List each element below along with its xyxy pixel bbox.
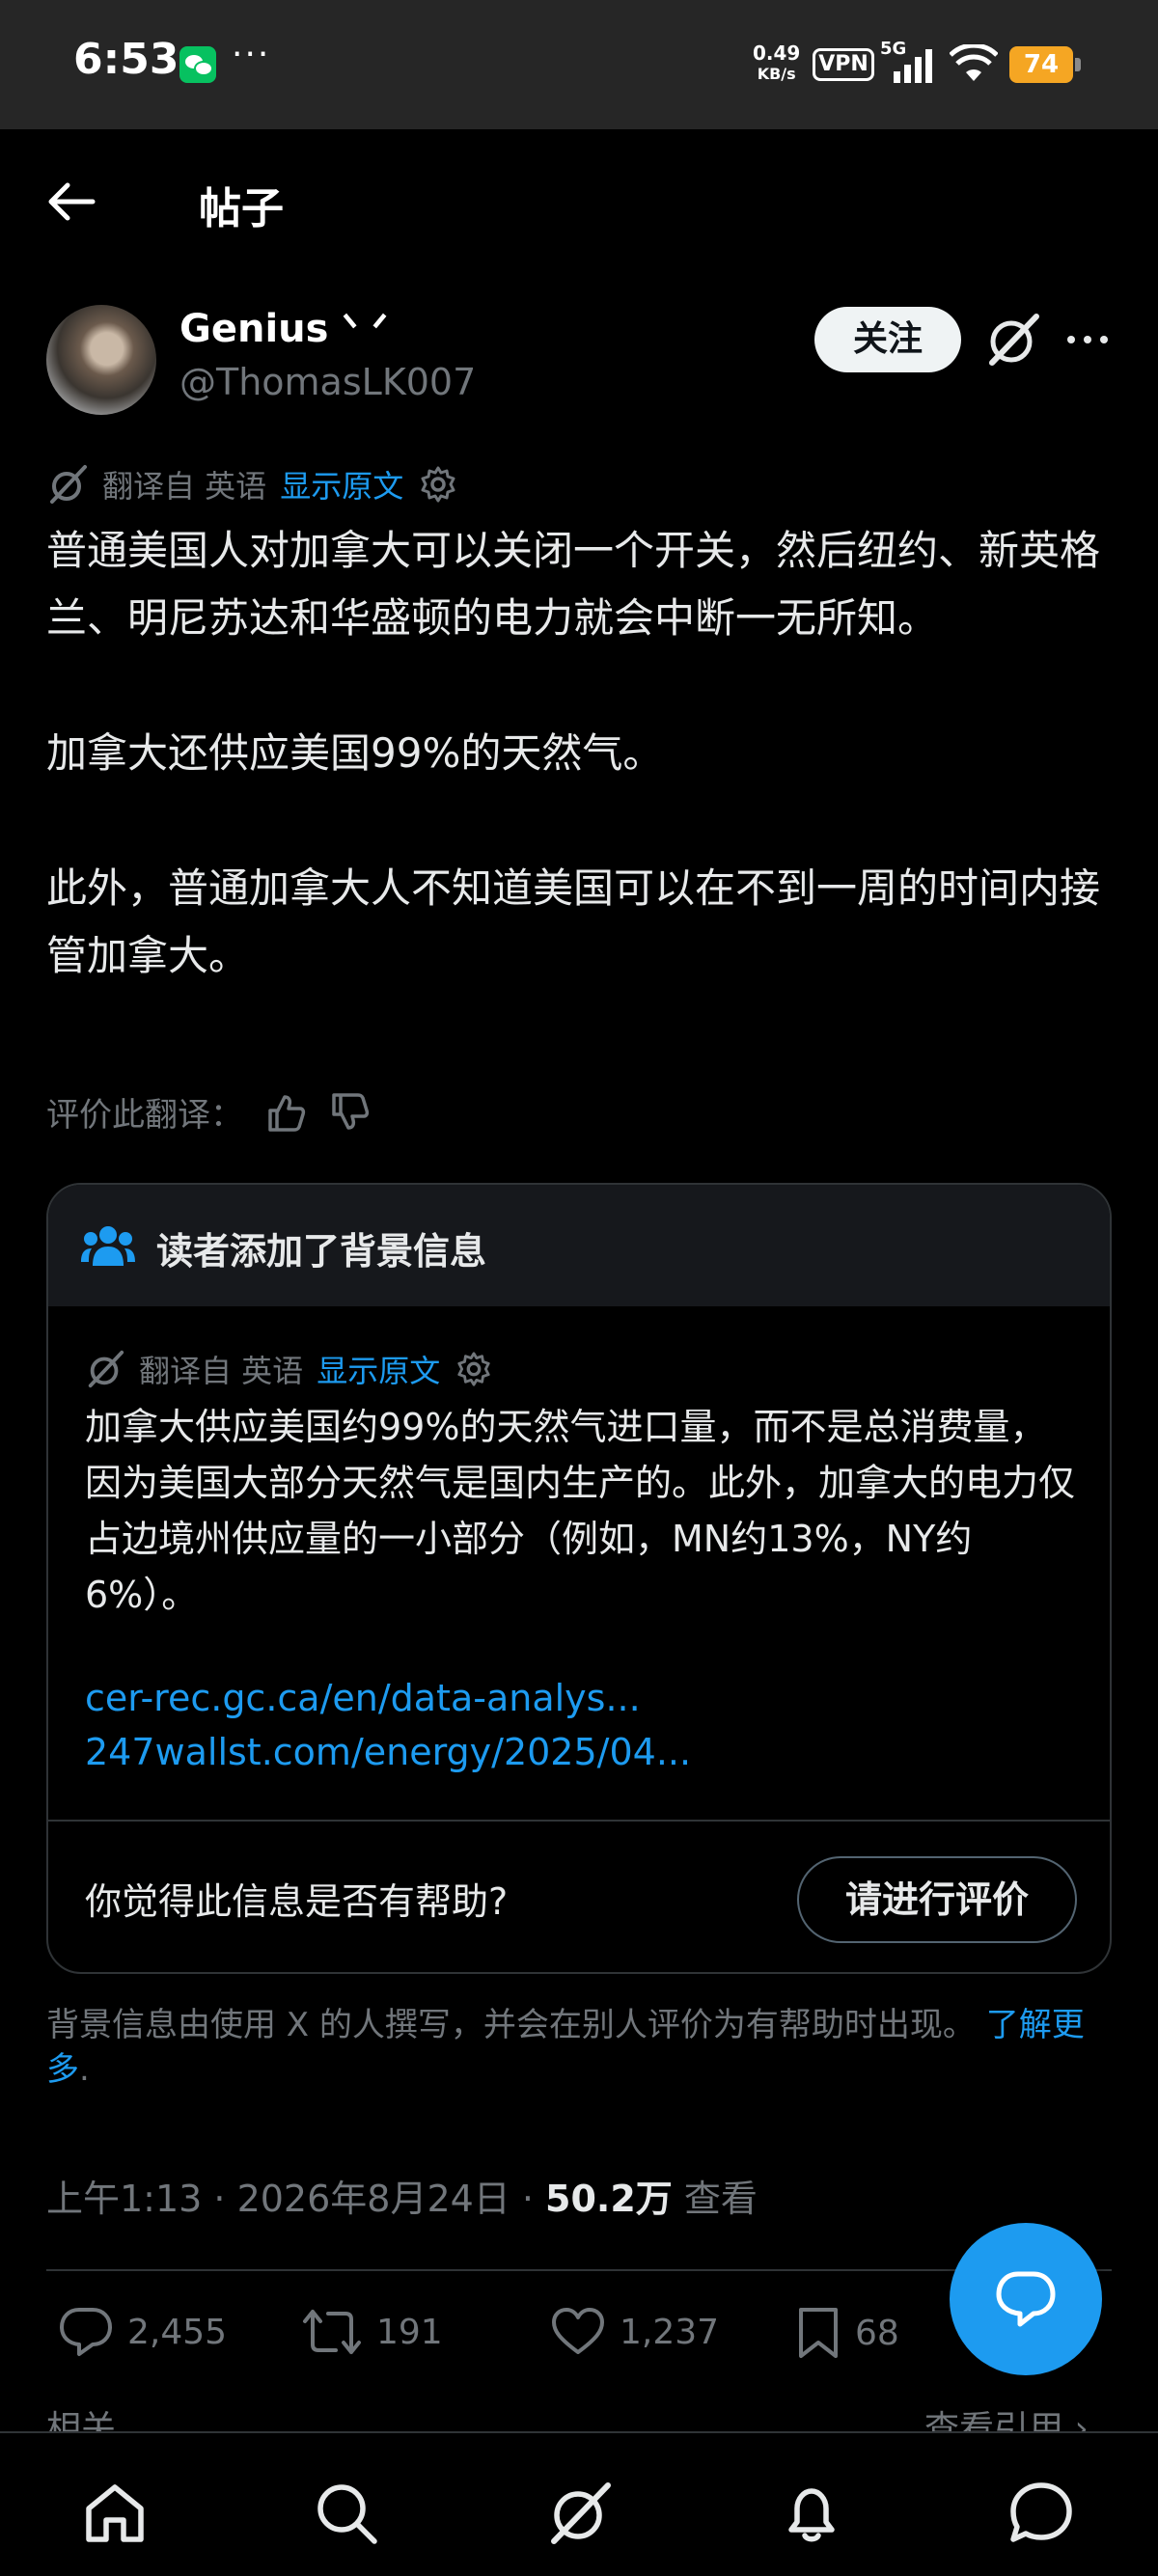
network-speed-value: 0.49 (753, 41, 801, 65)
view-count: 50.2万 (545, 2178, 673, 2220)
network-speed-unit: KB/s (757, 65, 796, 83)
wechat-icon (179, 46, 216, 83)
avatar[interactable] (46, 305, 156, 415)
author-handle[interactable]: @ThomasLK007 (179, 361, 476, 403)
repost-icon (303, 2310, 361, 2354)
page-title: 帖子 (199, 184, 284, 233)
more-options-icon[interactable] (1065, 322, 1110, 357)
follow-button[interactable]: 关注 (814, 307, 961, 372)
source-link[interactable]: 247wallst.com/energy/2025/04... (85, 1731, 691, 1773)
network-speed: 0.49 KB/s (753, 42, 800, 85)
like-button[interactable]: 1,237 (550, 2306, 719, 2358)
status-time: 6:53 (73, 35, 179, 84)
people-icon (81, 1226, 135, 1266)
divider (46, 2269, 1112, 2271)
community-note: 读者添加了背景信息 翻译自 英语 显示原文 加拿大供应美国约99%的天然气进口量… (46, 1183, 1112, 1974)
thumbs-down-icon[interactable] (328, 1091, 371, 1134)
settings-gear-icon[interactable] (455, 1351, 492, 1387)
note-translated-from-label: 翻译自 英语 (139, 1353, 304, 1389)
status-bar: 6:53 ··· 0.49 KB/s VPN 5G 74 (0, 0, 1158, 129)
post-paragraph: 加拿大还供应美国99%的天然气。 (46, 729, 664, 777)
signal-icon (894, 49, 932, 83)
community-note-text: 加拿大供应美国约99%的天然气进口量，而不是总消费量，因为美国大部分天然气是国内… (85, 1406, 1076, 1616)
grok-icon[interactable] (546, 2480, 614, 2547)
post-meta: 上午1:13 · 2026年8月24日 · 50.2万 查看 (46, 2169, 758, 2222)
bottom-navigation (0, 2431, 1158, 2576)
community-note-title: 读者添加了背景信息 (156, 1230, 487, 1273)
home-icon[interactable] (81, 2480, 149, 2547)
search-icon[interactable] (313, 2480, 380, 2547)
note-footer: 背景信息由使用 X 的人撰写，并会在别人评价为有帮助时出现。 了解更多. (46, 2003, 1117, 2092)
wifi-icon (950, 44, 998, 81)
views-label: 查看 (672, 2178, 758, 2220)
grok-translate-icon (88, 1350, 124, 1388)
note-footer-period: . (79, 2050, 90, 2089)
repost-button[interactable]: 191 (301, 2306, 443, 2358)
bookmark-icon (799, 2308, 838, 2358)
bookmark-count: 68 (855, 2313, 899, 2353)
notifications-bell-icon[interactable] (778, 2480, 845, 2547)
compose-reply-button[interactable] (950, 2223, 1102, 2375)
community-note-header: 读者添加了背景信息 (48, 1185, 1110, 1306)
battery-indicator: 74 (1009, 46, 1081, 83)
reply-count: 2,455 (127, 2312, 228, 2352)
grok-icon[interactable] (984, 311, 1042, 369)
author-display-name[interactable]: Genius ᐠ ᐟ (179, 307, 388, 351)
rate-translation-label: 评价此翻译： (46, 1096, 243, 1135)
reply-icon (60, 2308, 112, 2356)
reply-button[interactable]: 2,455 (58, 2306, 227, 2358)
translated-from-label: 翻译自 英语 (102, 468, 267, 505)
settings-gear-icon[interactable] (419, 465, 457, 504)
chat-bubble-icon (996, 2271, 1056, 2327)
helpful-question: 你觉得此信息是否有帮助? (85, 1880, 509, 1923)
note-show-original-link[interactable]: 显示原文 (317, 1347, 440, 1391)
rate-note-button[interactable]: 请进行评价 (797, 1856, 1077, 1943)
post-paragraph: 此外，普通加拿大人不知道美国可以在不到一周的时间内接管加拿大。 (46, 864, 1101, 979)
note-translation-info: 翻译自 英语 显示原文 (85, 1347, 492, 1391)
rate-translation-row: 评价此翻译： (46, 1088, 371, 1136)
source-link[interactable]: cer-rec.gc.ca/en/data-analys... (85, 1677, 641, 1719)
repost-count: 191 (376, 2312, 443, 2352)
note-footer-text: 背景信息由使用 X 的人撰写，并会在别人评价为有帮助时出现。 (46, 2006, 986, 2044)
thumbs-up-icon[interactable] (264, 1091, 307, 1134)
grok-translate-icon (50, 465, 87, 504)
bookmark-button[interactable]: 68 (795, 2306, 899, 2360)
heart-icon (552, 2308, 604, 2354)
post-paragraph: 普通美国人对加拿大可以关闭一个开关，然后纽约、新英格兰、明尼苏达和华盛顿的电力就… (46, 527, 1101, 642)
show-original-link[interactable]: 显示原文 (280, 462, 403, 507)
divider (48, 1820, 1110, 1822)
status-more-dots: ··· (232, 35, 271, 74)
translation-info: 翻译自 英语 显示原文 (46, 461, 457, 507)
back-arrow-icon[interactable] (44, 178, 98, 226)
messages-icon[interactable] (1007, 2480, 1075, 2547)
post-text: 普通美国人对加拿大可以关闭一个开关，然后纽约、新英格兰、明尼苏达和华盛顿的电力就… (46, 517, 1117, 990)
post-timestamp: 上午1:13 · 2026年8月24日 · (46, 2178, 546, 2220)
vpn-badge: VPN (813, 48, 874, 81)
like-count: 1,237 (620, 2312, 720, 2352)
